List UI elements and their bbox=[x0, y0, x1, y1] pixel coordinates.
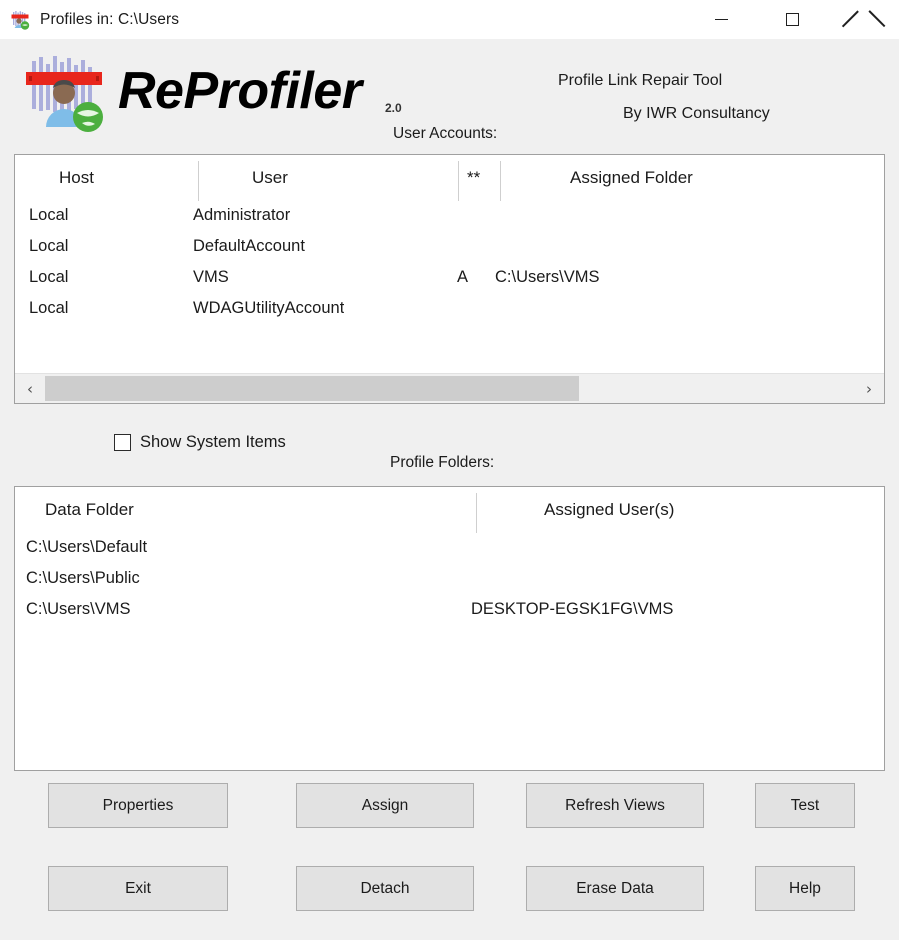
cell-data-folder: C:\Users\Public bbox=[26, 569, 140, 587]
window-title: Profiles in: C:\Users bbox=[40, 10, 180, 28]
minimize-icon bbox=[715, 18, 728, 21]
maximize-icon bbox=[786, 13, 799, 26]
cell-user: WDAGUtilityAccount bbox=[193, 299, 345, 317]
column-divider-1[interactable] bbox=[198, 161, 199, 201]
cell-host: Local bbox=[29, 268, 69, 286]
maximize-button[interactable] bbox=[757, 0, 828, 39]
help-button[interactable]: Help bbox=[755, 866, 855, 911]
cell-flag: A bbox=[457, 268, 469, 286]
product-author: By IWR Consultancy bbox=[623, 105, 770, 122]
close-button[interactable] bbox=[828, 0, 899, 39]
scrollbar-thumb[interactable] bbox=[45, 376, 579, 401]
reprofiler-logo bbox=[16, 55, 116, 133]
product-version: 2.0 bbox=[385, 101, 402, 115]
scrollbar-track[interactable] bbox=[45, 374, 854, 403]
table-row[interactable]: Local WDAGUtilityAccount bbox=[15, 295, 884, 326]
user-accounts-label: User Accounts: bbox=[393, 125, 498, 142]
column-divider-3[interactable] bbox=[500, 161, 501, 201]
window-controls bbox=[686, 0, 899, 39]
close-icon bbox=[855, 11, 872, 28]
cell-user: DefaultAccount bbox=[193, 237, 305, 255]
column-header-flag[interactable]: ** bbox=[467, 168, 480, 188]
product-tagline: Profile Link Repair Tool bbox=[558, 72, 723, 89]
column-header-user[interactable]: User bbox=[252, 168, 288, 188]
scroll-left-icon[interactable]: ‹ bbox=[15, 374, 45, 403]
column-header-assigned-folder[interactable]: Assigned Folder bbox=[570, 168, 693, 188]
table-row[interactable]: C:\Users\Public bbox=[15, 565, 884, 596]
column-header-assigned-users[interactable]: Assigned User(s) bbox=[544, 500, 674, 520]
horizontal-scrollbar[interactable]: ‹ › bbox=[15, 373, 884, 403]
table-row[interactable]: Local DefaultAccount bbox=[15, 233, 884, 264]
cell-host: Local bbox=[29, 206, 69, 224]
profile-folders-list[interactable]: Data Folder Assigned User(s) C:\Users\De… bbox=[14, 486, 885, 771]
cell-host: Local bbox=[29, 299, 69, 317]
profile-folders-label: Profile Folders: bbox=[390, 454, 495, 471]
product-name: ReProfiler bbox=[118, 62, 362, 120]
cell-host: Local bbox=[29, 237, 69, 255]
column-header-data-folder[interactable]: Data Folder bbox=[45, 500, 134, 520]
test-button[interactable]: Test bbox=[755, 783, 855, 828]
exit-button[interactable]: Exit bbox=[48, 866, 228, 911]
cell-user: Administrator bbox=[193, 206, 291, 224]
profile-folders-rows: C:\Users\Default C:\Users\Public C:\User… bbox=[15, 534, 884, 627]
scroll-right-icon[interactable]: › bbox=[854, 374, 884, 403]
cell-assigned-folder: C:\Users\VMS bbox=[495, 268, 600, 286]
cell-assigned-users: DESKTOP-EGSK1FG\VMS bbox=[471, 600, 674, 618]
refresh-views-button[interactable]: Refresh Views bbox=[526, 783, 704, 828]
minimize-button[interactable] bbox=[686, 0, 757, 39]
show-system-items-label: Show System Items bbox=[140, 433, 286, 451]
table-row[interactable]: C:\Users\VMS DESKTOP-EGSK1FG\VMS bbox=[15, 596, 884, 627]
main-client-area: ReProfiler 2.0 Profile Link Repair Tool … bbox=[0, 39, 899, 940]
user-accounts-header-row: Host User ** Assigned Folder bbox=[15, 155, 884, 202]
cell-data-folder: C:\Users\VMS bbox=[26, 600, 131, 618]
window-titlebar: Profiles in: C:\Users bbox=[0, 0, 899, 39]
show-system-items-checkbox[interactable]: Show System Items bbox=[114, 433, 286, 452]
cell-data-folder: C:\Users\Default bbox=[26, 538, 148, 556]
table-row[interactable]: Local Administrator bbox=[15, 202, 884, 233]
cell-user: VMS bbox=[193, 268, 229, 286]
erase-data-button[interactable]: Erase Data bbox=[526, 866, 704, 911]
column-header-host[interactable]: Host bbox=[59, 168, 94, 188]
properties-button[interactable]: Properties bbox=[48, 783, 228, 828]
user-accounts-list[interactable]: Host User ** Assigned Folder Local Admin… bbox=[14, 154, 885, 404]
table-row[interactable]: C:\Users\Default bbox=[15, 534, 884, 565]
table-row[interactable]: Local VMS A C:\Users\VMS bbox=[15, 264, 884, 295]
column-divider-1[interactable] bbox=[476, 493, 477, 533]
checkbox-box-icon[interactable] bbox=[114, 434, 131, 451]
user-accounts-rows: Local Administrator Local DefaultAccount… bbox=[15, 202, 884, 326]
reprofiler-app-icon bbox=[9, 9, 31, 31]
assign-button[interactable]: Assign bbox=[296, 783, 474, 828]
column-divider-2[interactable] bbox=[458, 161, 459, 201]
detach-button[interactable]: Detach bbox=[296, 866, 474, 911]
profile-folders-header-row: Data Folder Assigned User(s) bbox=[15, 487, 884, 534]
